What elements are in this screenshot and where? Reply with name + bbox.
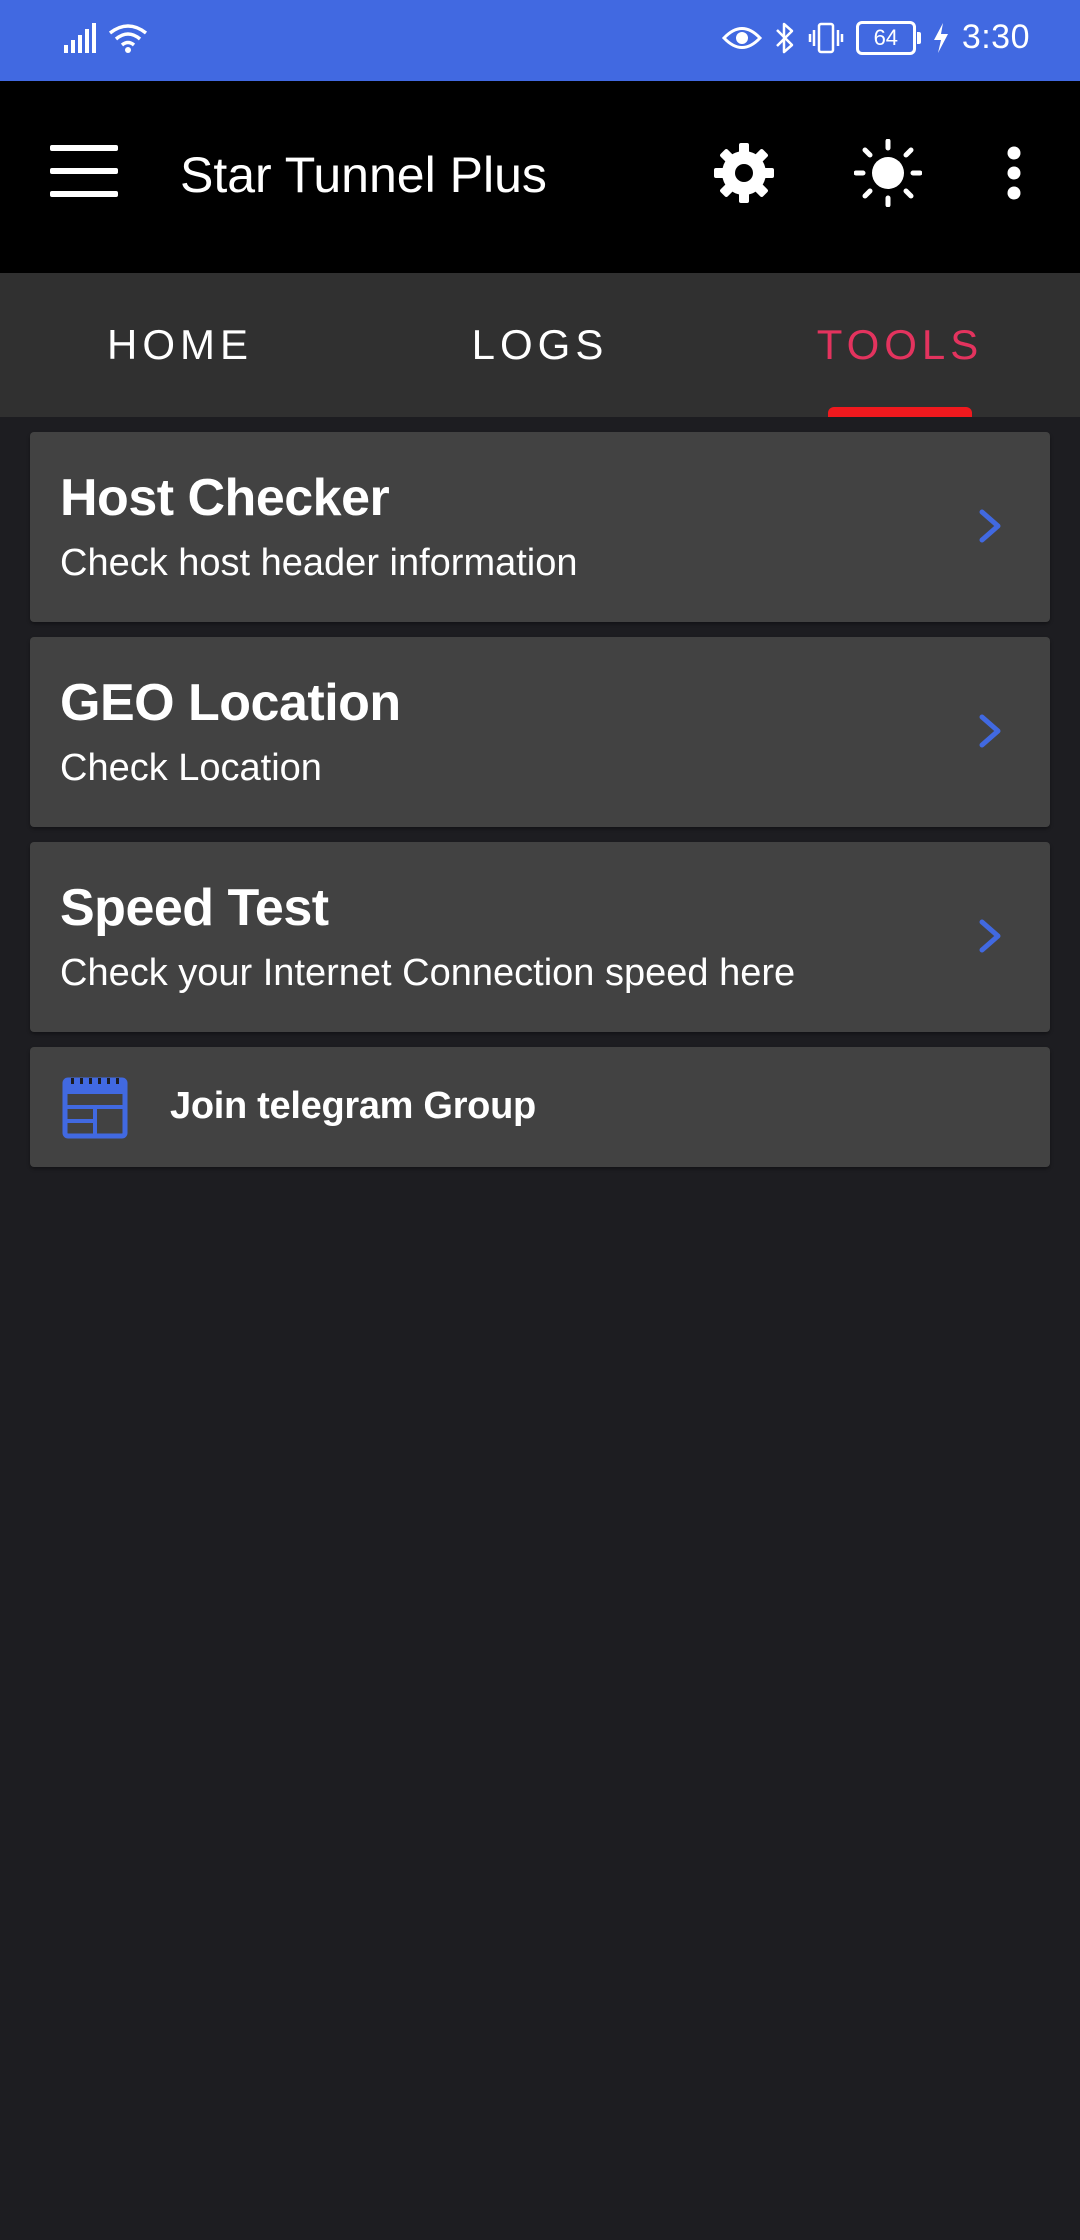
tab-logs[interactable]: LOGS: [360, 273, 720, 417]
geo-location-subtitle: Check Location: [60, 747, 322, 789]
tab-tools[interactable]: TOOLS: [720, 273, 1080, 417]
speed-test-subtitle: Check your Internet Connection speed her…: [60, 952, 796, 994]
active-tab-indicator: [828, 407, 972, 417]
charging-icon: [933, 22, 948, 53]
chevron-right-icon: [979, 714, 1001, 748]
speed-test-card[interactable]: Speed Test Check your Internet Connectio…: [30, 842, 1050, 1032]
battery-level: 64: [873, 24, 899, 50]
host-checker-card[interactable]: Host Checker Check host header informati…: [30, 432, 1050, 622]
geo-location-card[interactable]: GEO Location Check Location: [30, 637, 1050, 827]
status-right-icons: 64 3:30: [721, 18, 1030, 57]
tab-home-label: HOME: [107, 321, 253, 368]
web-layout-icon: [62, 1077, 128, 1139]
speed-test-title: Speed Test: [60, 879, 329, 937]
eye-icon: [721, 26, 762, 49]
battery-icon: 64: [855, 20, 921, 55]
wifi-icon: [108, 24, 148, 53]
tab-logs-label: LOGS: [471, 321, 609, 368]
vibrate-icon: [808, 22, 844, 53]
chevron-right-icon: [979, 919, 1001, 953]
tab-bar: HOME LOGS TOOLS: [0, 273, 1080, 417]
brightness-icon[interactable]: [854, 139, 922, 207]
chevron-right-icon: [979, 509, 1001, 543]
geo-location-title: GEO Location: [60, 674, 401, 732]
app-title: Star Tunnel Plus: [180, 147, 547, 203]
join-telegram-card[interactable]: Join telegram Group: [30, 1047, 1050, 1167]
menu-icon[interactable]: [50, 145, 118, 197]
more-vert-icon[interactable]: [980, 139, 1048, 207]
tab-tools-label: TOOLS: [816, 321, 984, 368]
tab-home[interactable]: HOME: [0, 273, 360, 417]
bluetooth-icon: [775, 22, 794, 53]
settings-icon[interactable]: [710, 139, 778, 207]
signal-icon: [64, 23, 96, 53]
join-telegram-label: Join telegram Group: [170, 1085, 536, 1127]
host-checker-title: Host Checker: [60, 469, 390, 527]
app-bar: Star Tunnel Plus: [0, 81, 1080, 273]
status-left-icons: [64, 22, 148, 54]
status-bar: 64 3:30: [0, 0, 1080, 81]
status-time: 3:30: [961, 18, 1030, 56]
host-checker-subtitle: Check host header information: [60, 542, 578, 584]
